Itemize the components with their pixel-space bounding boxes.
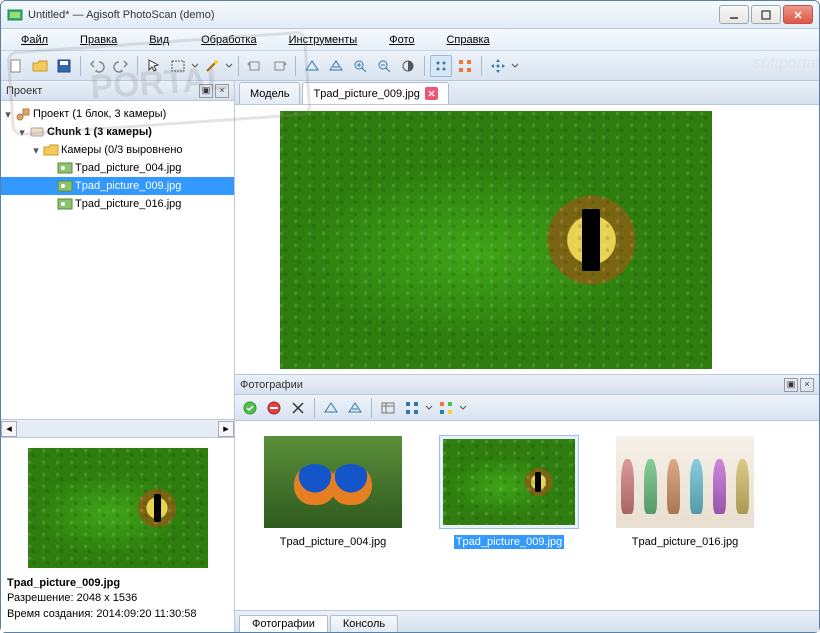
persp2-icon[interactable] bbox=[344, 397, 366, 419]
rotate-left-icon[interactable] bbox=[244, 55, 266, 77]
photos-panel-header: Фотографии ▣ × bbox=[235, 375, 819, 395]
save-icon[interactable] bbox=[53, 55, 75, 77]
disable-icon[interactable] bbox=[263, 397, 285, 419]
panel-close-icon[interactable]: × bbox=[800, 378, 814, 392]
chevron-down-icon[interactable] bbox=[459, 404, 467, 412]
persp-icon[interactable] bbox=[301, 55, 323, 77]
delete-icon[interactable] bbox=[287, 397, 309, 419]
open-icon[interactable] bbox=[29, 55, 51, 77]
menu-process[interactable]: Обработка bbox=[185, 32, 272, 48]
chevron-down-icon[interactable] bbox=[511, 62, 519, 70]
grid-icon[interactable] bbox=[430, 55, 452, 77]
new-icon[interactable] bbox=[5, 55, 27, 77]
tree-item-label: Tpad_picture_004.jpg bbox=[75, 162, 181, 174]
tree-item-label: Tpad_picture_009.jpg bbox=[75, 180, 181, 192]
apps-icon[interactable] bbox=[454, 55, 476, 77]
app-icon bbox=[7, 7, 23, 23]
tree-root-label: Проект (1 блок, 3 камеры) bbox=[33, 108, 166, 120]
grid-color-icon[interactable] bbox=[435, 397, 457, 419]
zoom-out-icon[interactable] bbox=[373, 55, 395, 77]
tree-camera-item[interactable]: Tpad_picture_009.jpg bbox=[1, 177, 234, 195]
tree-camera-item[interactable]: Tpad_picture_016.jpg bbox=[1, 195, 234, 213]
tree-chunk-label: Chunk 1 (3 камеры) bbox=[47, 126, 152, 138]
tree-chunk[interactable]: ▾ Chunk 1 (3 камеры) bbox=[1, 123, 234, 141]
wand-icon[interactable] bbox=[201, 55, 223, 77]
redo-icon[interactable] bbox=[110, 55, 132, 77]
maximize-button[interactable] bbox=[751, 5, 781, 24]
thumbnail-item[interactable]: Tpad_picture_004.jpg bbox=[253, 435, 413, 549]
menu-tools[interactable]: Инструменты bbox=[273, 32, 374, 48]
title-bar: Untitled* — Agisoft PhotoScan (demo) bbox=[1, 1, 819, 29]
thumbnail-label: Tpad_picture_004.jpg bbox=[278, 535, 388, 549]
viewer-image bbox=[280, 111, 712, 369]
panel-close-icon[interactable]: × bbox=[215, 84, 229, 98]
details-icon[interactable] bbox=[377, 397, 399, 419]
preview-resolution: Разрешение: 2048 x 1536 bbox=[7, 592, 137, 604]
menu-help[interactable]: Справка bbox=[430, 32, 505, 48]
project-panel-header: Проект ▣ × bbox=[1, 81, 234, 101]
undock-icon[interactable]: ▣ bbox=[199, 84, 213, 98]
preview-created: Время создания: 2014:09:20 11:30:58 bbox=[7, 608, 197, 620]
tree-camera-item[interactable]: Tpad_picture_004.jpg bbox=[1, 159, 234, 177]
photos-panel-title: Фотографии bbox=[240, 379, 303, 391]
rect-select-icon[interactable] bbox=[167, 55, 189, 77]
persp2-icon[interactable] bbox=[325, 55, 347, 77]
main-toolbar bbox=[1, 51, 819, 81]
chevron-down-icon[interactable] bbox=[225, 62, 233, 70]
tree-cameras-label: Камеры (0/3 выровнено bbox=[61, 144, 183, 156]
pointer-icon[interactable] bbox=[143, 55, 165, 77]
zoom-in-icon[interactable] bbox=[349, 55, 371, 77]
menu-edit[interactable]: Правка bbox=[64, 32, 133, 48]
photos-toolbar bbox=[235, 395, 819, 421]
tab-photos[interactable]: Фотографии bbox=[239, 615, 328, 632]
move-icon[interactable] bbox=[487, 55, 509, 77]
enable-icon[interactable] bbox=[239, 397, 261, 419]
photos-panel: Фотографии ▣ × bbox=[235, 374, 819, 632]
tab-active-image[interactable]: Tpad_picture_009.jpg bbox=[302, 82, 448, 104]
menu-photo[interactable]: Фото bbox=[373, 32, 430, 48]
bottom-tabs: Фотографии Консоль bbox=[235, 610, 819, 632]
thumbnail-label: Tpad_picture_009.jpg bbox=[454, 535, 564, 549]
thumbnail-item[interactable]: Tpad_picture_009.jpg bbox=[429, 435, 589, 549]
undock-icon[interactable]: ▣ bbox=[784, 378, 798, 392]
persp-icon[interactable] bbox=[320, 397, 342, 419]
chevron-down-icon[interactable] bbox=[191, 62, 199, 70]
project-tree[interactable]: ▾ Проект (1 блок, 3 камеры) ▾ Chunk 1 (3… bbox=[1, 101, 234, 419]
scroll-right-icon[interactable]: ▸ bbox=[218, 421, 234, 437]
menu-file[interactable]: Файл bbox=[5, 32, 64, 48]
tree-cameras-group[interactable]: ▾ Камеры (0/3 выровнено bbox=[1, 141, 234, 159]
thumbnail-label: Tpad_picture_016.jpg bbox=[630, 535, 740, 549]
undo-icon[interactable] bbox=[86, 55, 108, 77]
preview-thumbnail bbox=[28, 448, 208, 568]
rotate-right-icon[interactable] bbox=[268, 55, 290, 77]
tab-model[interactable]: Модель bbox=[239, 82, 300, 104]
thumbnail-item[interactable]: Tpad_picture_016.jpg bbox=[605, 435, 765, 549]
project-panel-title: Проект bbox=[6, 85, 42, 97]
menu-view[interactable]: Вид bbox=[133, 32, 185, 48]
tree-root[interactable]: ▾ Проект (1 блок, 3 камеры) bbox=[1, 105, 234, 123]
menu-bar: Файл Правка Вид Обработка Инструменты Фо… bbox=[1, 29, 819, 51]
tree-scrollbar[interactable]: ◂ ▸ bbox=[1, 419, 234, 437]
view-mode-icon[interactable] bbox=[401, 397, 423, 419]
window-title: Untitled* — Agisoft PhotoScan (demo) bbox=[28, 9, 719, 21]
close-button[interactable] bbox=[783, 5, 813, 24]
contrast-icon[interactable] bbox=[397, 55, 419, 77]
preview-filename: Tpad_picture_009.jpg bbox=[7, 577, 120, 589]
tab-close-icon[interactable] bbox=[425, 87, 438, 100]
chevron-down-icon[interactable] bbox=[425, 404, 433, 412]
preview-panel: Tpad_picture_009.jpg Разрешение: 2048 x … bbox=[1, 437, 234, 632]
tree-item-label: Tpad_picture_016.jpg bbox=[75, 198, 181, 210]
image-viewer[interactable] bbox=[235, 105, 819, 374]
tab-console[interactable]: Консоль bbox=[330, 615, 398, 632]
minimize-button[interactable] bbox=[719, 5, 749, 24]
document-tabs: Модель Tpad_picture_009.jpg bbox=[235, 81, 819, 105]
scroll-left-icon[interactable]: ◂ bbox=[1, 421, 17, 437]
